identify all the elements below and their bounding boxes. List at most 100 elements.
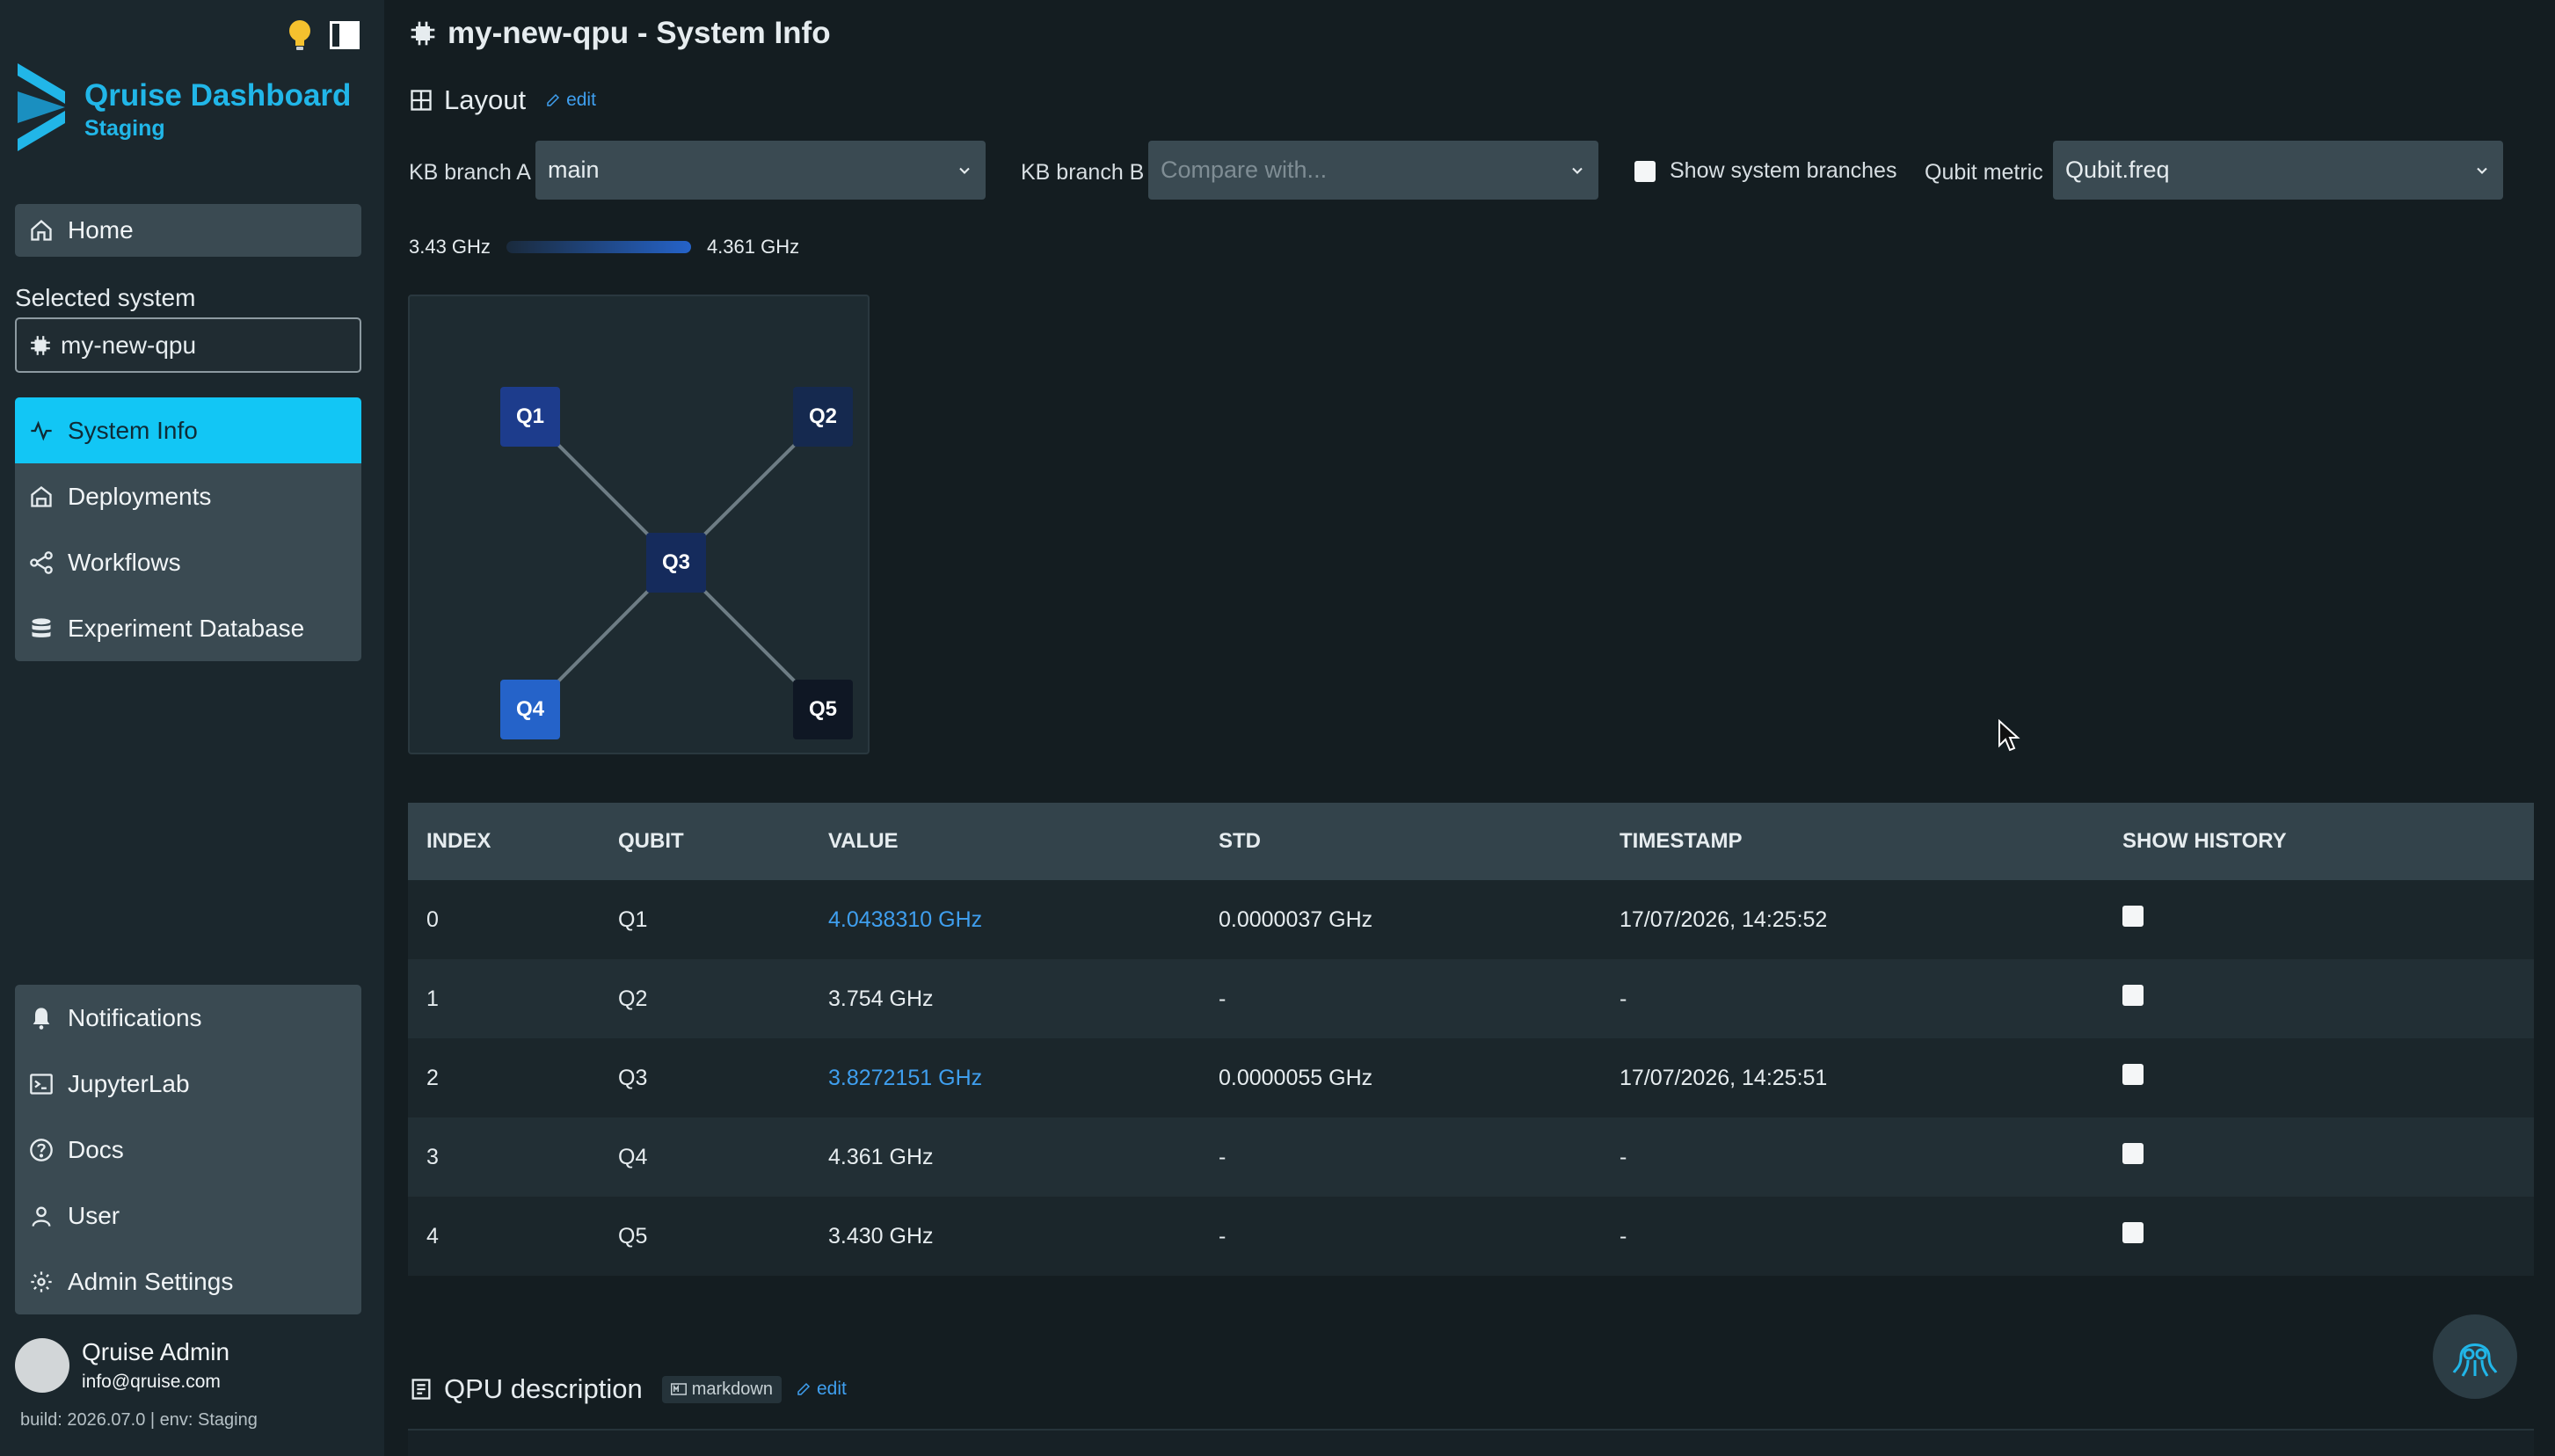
sidebar-item-deployments[interactable]: Deployments (15, 463, 361, 529)
cell-qubit: Q2 (618, 986, 648, 1011)
color-legend: 3.43 GHz 4.361 GHz (409, 236, 799, 258)
pencil-icon (797, 1382, 811, 1395)
qubit-metric-select[interactable]: Qubit.freq (2053, 141, 2503, 200)
cell-index: 3 (426, 1144, 439, 1169)
kb-branch-b-label: KB branch B (1021, 160, 1145, 185)
selected-system-select[interactable]: my-new-qpu (15, 317, 361, 373)
brand-title: Qruise Dashboard (84, 77, 352, 113)
show-history-checkbox[interactable] (2122, 1221, 2144, 1243)
user-profile[interactable]: Qruise Admin info@qruise.com (15, 1338, 229, 1393)
cell-qubit: Q5 (618, 1223, 648, 1249)
cell-show-history (2117, 905, 2534, 933)
header-show-history[interactable]: SHOW HISTORY (2117, 829, 2534, 854)
sidebar-item-label: Deployments (68, 482, 212, 510)
markdown-badge: markdown (661, 1375, 782, 1403)
sidebar-item-user[interactable]: User (15, 1183, 361, 1249)
gear-icon (31, 1270, 52, 1292)
cell-timestamp: 17/07/2026, 14:25:52 (1620, 906, 1828, 932)
qubit-node-q1[interactable]: Q1 (500, 387, 560, 447)
cell-value-link[interactable]: 3.8272151 GHz (828, 1066, 1219, 1091)
cell-timestamp: 17/07/2026, 14:25:51 (1620, 1065, 1828, 1090)
sidebar-item-label: JupyterLab (68, 1069, 190, 1097)
legend-gradient (506, 241, 691, 253)
layout-edit-link[interactable]: edit (545, 90, 596, 111)
sidebar-item-jupyterlab[interactable]: JupyterLab (15, 1051, 361, 1117)
workflow-icon (30, 550, 53, 574)
qubit-metric-label: Qubit metric (1925, 160, 2043, 185)
selected-system-value: my-new-qpu (61, 331, 197, 359)
show-history-checkbox[interactable] (2122, 1063, 2144, 1085)
sidebar-item-experiment-database[interactable]: Experiment Database (15, 595, 361, 661)
legend-min: 3.43 GHz (409, 236, 491, 258)
user-name: Qruise Admin (82, 1338, 230, 1365)
sidebar-item-label: User (68, 1201, 120, 1229)
kb-branch-b-select[interactable]: Compare with... (1148, 141, 1598, 200)
page-title: my-new-qpu - System Info (409, 16, 831, 51)
cell-index: 0 (426, 906, 439, 932)
sidebar-item-home[interactable]: Home (15, 204, 361, 257)
layout-heading: Layout edit (409, 84, 596, 116)
show-history-checkbox[interactable] (2122, 984, 2144, 1006)
grid-icon (411, 90, 432, 111)
kb-branch-b-placeholder: Compare with... (1161, 157, 1328, 183)
sidebar-item-label: Docs (68, 1135, 124, 1163)
markdown-badge-label: markdown (691, 1379, 773, 1399)
table-header: INDEX QUBIT VALUE STD TIMESTAMP SHOW HIS… (408, 803, 2534, 880)
cell-show-history (2117, 1142, 2534, 1170)
assistant-button[interactable] (2433, 1314, 2517, 1399)
qubit-node-q3[interactable]: Q3 (646, 533, 706, 593)
table-row: 4 Q5 3.430 GHz - - (408, 1197, 2534, 1276)
cell-value: 4.361 GHz (828, 1144, 934, 1169)
header-std[interactable]: STD (1219, 829, 1620, 854)
cell-timestamp: - (1620, 1144, 1627, 1169)
chevron-down-icon (959, 167, 970, 174)
pencil-icon (547, 93, 560, 106)
qubit-node-q5[interactable]: Q5 (793, 680, 853, 739)
activity-icon (31, 420, 52, 440)
cell-value-link[interactable]: 4.0438310 GHz (828, 907, 1219, 933)
sidebar-item-label: Admin Settings (68, 1267, 234, 1295)
sidebar-item-label: Notifications (68, 1003, 202, 1031)
sidebar-item-notifications[interactable]: Notifications (15, 985, 361, 1051)
bell-icon (33, 1007, 50, 1030)
kb-branch-a-select[interactable]: main (535, 141, 986, 200)
qpu-description-heading: QPU description markdown edit (409, 1373, 847, 1405)
build-info: build: 2026.07.0 | env: Staging (20, 1410, 258, 1430)
terminal-icon (30, 1073, 53, 1095)
sidebar-toggle-icon[interactable] (330, 21, 360, 54)
cell-show-history (2117, 1221, 2534, 1249)
selected-system-label: Selected system (15, 284, 196, 311)
sidebar-item-admin-settings[interactable]: Admin Settings (15, 1249, 361, 1314)
show-system-branches[interactable]: Show system branches (1634, 158, 1896, 184)
octopus-icon (2452, 1343, 2498, 1377)
brand[interactable]: Qruise Dashboard Staging (14, 60, 351, 159)
sidebar-item-system-info[interactable]: System Info (15, 397, 361, 463)
header-timestamp[interactable]: TIMESTAMP (1620, 829, 2117, 854)
lightbulb-icon[interactable] (288, 19, 312, 55)
sidebar-item-workflows[interactable]: Workflows (15, 529, 361, 595)
chip-icon (411, 21, 435, 46)
sidebar-item-docs[interactable]: Docs (15, 1117, 361, 1183)
bottom-nav: Notifications JupyterLab Docs User Admin… (15, 985, 361, 1314)
header-qubit[interactable]: QUBIT (618, 829, 828, 854)
layout-heading-text: Layout (444, 84, 527, 115)
show-history-checkbox[interactable] (2122, 1142, 2144, 1164)
show-history-checkbox[interactable] (2122, 905, 2144, 927)
qubit-node-q4[interactable]: Q4 (500, 680, 560, 739)
chevron-down-icon (1572, 167, 1583, 174)
qpu-description-body (408, 1429, 2534, 1456)
qubit-node-q2[interactable]: Q2 (793, 387, 853, 447)
show-system-branches-checkbox[interactable] (1634, 160, 1656, 182)
main-nav: System Info Deployments Workflows Experi… (15, 397, 361, 661)
cell-std: - (1219, 986, 1227, 1011)
document-icon (411, 1379, 431, 1400)
avatar (15, 1338, 69, 1393)
markdown-icon (670, 1383, 687, 1395)
header-value[interactable]: VALUE (828, 829, 1219, 854)
header-index[interactable]: INDEX (408, 829, 618, 854)
qpu-edit-link[interactable]: edit (796, 1379, 847, 1400)
cell-timestamp: - (1620, 1223, 1627, 1249)
cell-qubit: Q1 (618, 906, 648, 932)
qruise-logo-icon (14, 60, 69, 159)
legend-max: 4.361 GHz (706, 236, 800, 258)
